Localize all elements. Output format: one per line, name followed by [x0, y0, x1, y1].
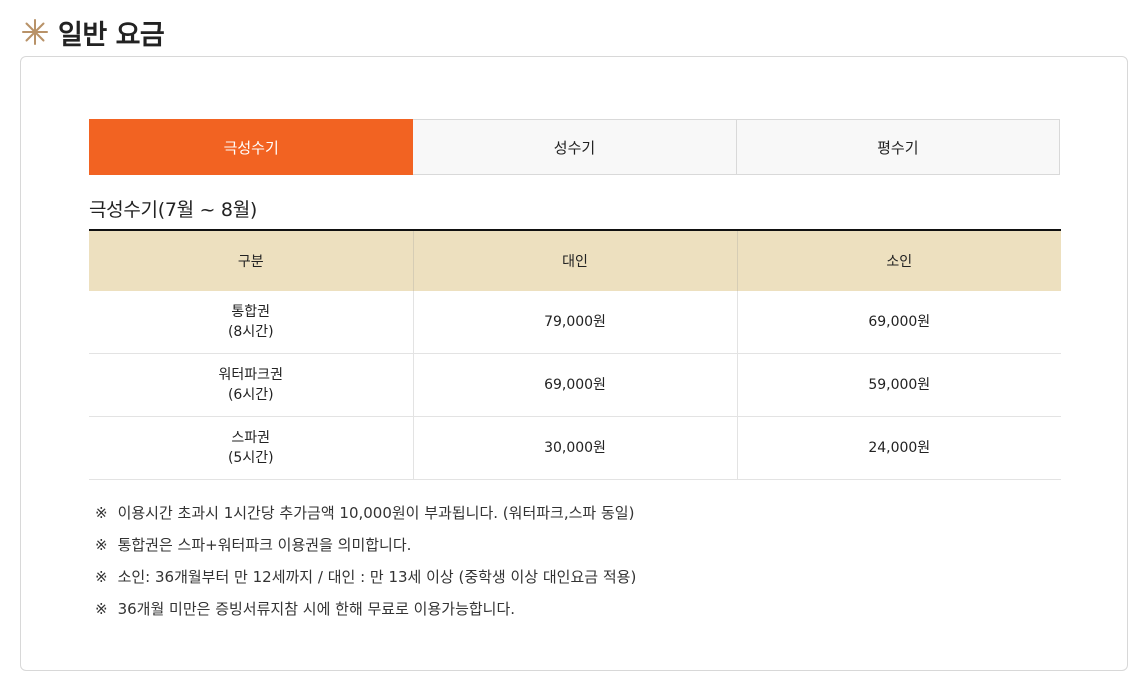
price-table: 구분 대인 소인 통합권 (8시간) 79,000원 69,000원 워터파크권… [89, 229, 1061, 480]
tab-regular-season[interactable]: 평수기 [736, 119, 1060, 175]
ticket-duration: (6시간) [227, 387, 274, 403]
ticket-name: 통합권 [231, 304, 271, 320]
ticket-name: 워터파크권 [218, 367, 283, 383]
ticket-type-cell: 통합권 (8시간) [89, 291, 414, 354]
child-price: 69,000원 [737, 291, 1061, 354]
column-header-adult: 대인 [413, 229, 738, 291]
table-row: 통합권 (8시간) 79,000원 69,000원 [89, 291, 1061, 354]
table-row: 워터파크권 (6시간) 69,000원 59,000원 [89, 353, 1061, 417]
note-mark-icon: ※ [95, 568, 108, 586]
note-mark-icon: ※ [95, 600, 108, 618]
adult-price: 30,000원 [413, 416, 738, 480]
ticket-duration: (8시간) [227, 324, 274, 340]
table-header-row: 구분 대인 소인 [89, 229, 1061, 291]
note-item: ※ 소인: 36개월부터 만 12세까지 / 대인 : 만 13세 이상 (중학생… [95, 563, 636, 595]
note-text: 36개월 미만은 증빙서류지참 시에 한해 무료로 이용가능합니다. [117, 600, 516, 618]
note-item: ※ 36개월 미만은 증빙서류지참 시에 한해 무료로 이용가능합니다. [95, 595, 636, 627]
note-text: 이용시간 초과시 1시간당 추가금액 10,000원이 부과됩니다. (워터파크… [117, 504, 635, 522]
column-header-child: 소인 [737, 229, 1061, 291]
column-header-category: 구분 [89, 229, 414, 291]
note-item: ※ 이용시간 초과시 1시간당 추가금액 10,000원이 부과됩니다. (워터파… [95, 499, 636, 531]
section-title: 극성수기(7월 ~ 8월) [89, 199, 257, 221]
notes-list: ※ 이용시간 초과시 1시간당 추가금액 10,000원이 부과됩니다. (워터파… [95, 499, 636, 627]
ticket-type-cell: 워터파크권 (6시간) [89, 353, 414, 417]
tab-high-season[interactable]: 성수기 [413, 119, 737, 175]
note-text: 소인: 36개월부터 만 12세까지 / 대인 : 만 13세 이상 (중학생 … [117, 568, 637, 586]
ticket-type-cell: 스파권 (5시간) [89, 416, 414, 480]
adult-price: 79,000원 [413, 291, 738, 354]
note-item: ※ 통합권은 스파+워터파크 이용권을 의미합니다. [95, 531, 636, 563]
ticket-duration: (5시간) [227, 450, 274, 466]
table-row: 스파권 (5시간) 30,000원 24,000원 [89, 416, 1061, 480]
note-text: 통합권은 스파+워터파크 이용권을 의미합니다. [117, 536, 412, 554]
page-title: 일반 요금 [58, 19, 165, 51]
child-price: 24,000원 [737, 416, 1061, 480]
ticket-name: 스파권 [231, 430, 271, 446]
tab-peak-season[interactable]: 극성수기 [89, 119, 414, 175]
page-heading: 일반 요금 [22, 12, 165, 52]
child-price: 59,000원 [737, 353, 1061, 417]
adult-price: 69,000원 [413, 353, 738, 417]
note-mark-icon: ※ [95, 504, 108, 522]
note-mark-icon: ※ [95, 536, 108, 554]
pricing-card: 극성수기 성수기 평수기 극성수기(7월 ~ 8월) 구분 대인 소인 통합권 … [20, 56, 1128, 671]
season-tabs: 극성수기 성수기 평수기 [89, 119, 1060, 175]
sparkle-star-icon [22, 19, 48, 45]
